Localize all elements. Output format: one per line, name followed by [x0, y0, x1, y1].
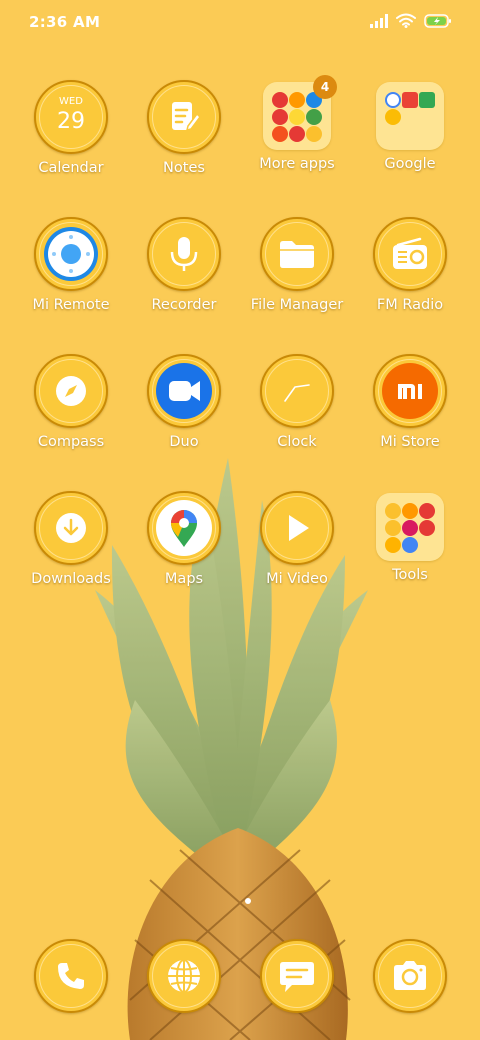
mini-app-icon: [272, 92, 288, 108]
app-duo[interactable]: Duo: [128, 354, 240, 450]
mini-app-icon: [402, 503, 418, 519]
app-label: Mi Remote: [32, 297, 110, 313]
mini-app-icon: [419, 92, 435, 108]
status-time: 2:36 AM: [29, 13, 101, 31]
notification-badge: 4: [313, 75, 337, 99]
app-label: Maps: [164, 571, 204, 587]
signal-icon: [370, 13, 388, 32]
download-icon: [34, 491, 108, 565]
folder-icon: 4: [263, 75, 337, 150]
mini-app-icon: [402, 92, 418, 108]
app-recorder[interactable]: Recorder: [128, 217, 240, 313]
wifi-icon: [396, 13, 416, 32]
phone-icon: [34, 939, 108, 1013]
maps-pin-icon: [147, 491, 221, 565]
camera-icon: [373, 939, 447, 1013]
app-label: Google: [384, 156, 436, 172]
microphone-icon: [147, 217, 221, 291]
app-label: Notes: [163, 160, 205, 176]
mini-app-icon: [385, 92, 401, 108]
app-label: Mi Store: [380, 434, 440, 450]
app-notes[interactable]: Notes: [128, 80, 240, 176]
app-downloads[interactable]: Downloads: [15, 491, 127, 587]
app-label: Recorder: [151, 297, 217, 313]
status-icons: [370, 13, 452, 31]
mini-app-icon: [419, 503, 435, 519]
folder-google[interactable]: Google: [354, 80, 466, 172]
mini-app-icon: [272, 109, 288, 125]
app-fm-radio[interactable]: FM Radio: [354, 217, 466, 313]
app-label: FM Radio: [376, 297, 444, 313]
compass-icon: [34, 354, 108, 428]
clock-icon: [260, 354, 334, 428]
app-label: Mi Video: [266, 571, 328, 587]
mini-app-icon: [306, 109, 322, 125]
mini-app-icon: [289, 109, 305, 125]
app-file-manager[interactable]: File Manager: [241, 217, 353, 313]
app-mi-store[interactable]: Mi Store: [354, 354, 466, 450]
duo-video-icon: [147, 354, 221, 428]
notes-icon: [147, 80, 221, 154]
app-label: Tools: [392, 567, 428, 583]
calendar-day: WED: [59, 96, 83, 107]
mini-app-icon: [385, 503, 401, 519]
app-label: File Manager: [250, 297, 344, 313]
mini-app-icon: [289, 92, 305, 108]
app-label: Clock: [277, 434, 317, 450]
calendar-icon: WED 29: [34, 80, 108, 154]
app-compass[interactable]: Compass: [15, 354, 127, 450]
mini-app-icon: [385, 537, 401, 553]
folder-tools[interactable]: Tools: [354, 491, 466, 583]
app-mi-remote[interactable]: Mi Remote: [15, 217, 127, 313]
app-label: Calendar: [38, 160, 104, 176]
mini-app-icon: [402, 537, 418, 553]
dock-camera[interactable]: [354, 939, 466, 1013]
app-label: Downloads: [31, 571, 111, 587]
mini-app-icon: [289, 126, 305, 142]
folder-file-icon: [260, 217, 334, 291]
mini-app-icon: [272, 126, 288, 142]
play-icon: [260, 491, 334, 565]
browser-globe-icon: [147, 939, 221, 1013]
folder-more-apps[interactable]: 4 More apps: [241, 75, 353, 172]
app-label: Duo: [169, 434, 199, 450]
status-bar: 2:36 AM: [0, 0, 480, 44]
mini-app-icon: [402, 520, 418, 536]
mini-app-icon: [306, 126, 322, 142]
dock-browser[interactable]: [128, 939, 240, 1013]
messages-icon: [260, 939, 334, 1013]
app-label: Compass: [37, 434, 105, 450]
app-maps[interactable]: Maps: [128, 491, 240, 587]
dock-phone[interactable]: [15, 939, 127, 1013]
page-indicator-dot: [245, 898, 251, 904]
calendar-date: 29: [57, 109, 85, 134]
app-mi-video[interactable]: Mi Video: [241, 491, 353, 587]
folder-icon: [376, 82, 444, 150]
app-clock[interactable]: Clock: [241, 354, 353, 450]
app-label: More apps: [259, 156, 335, 172]
radio-icon: [373, 217, 447, 291]
mini-app-icon: [419, 520, 435, 536]
mini-app-icon: [385, 520, 401, 536]
remote-icon: [34, 217, 108, 291]
dock-messages[interactable]: [241, 939, 353, 1013]
mi-logo-icon: [373, 354, 447, 428]
mini-app-icon: [385, 109, 401, 125]
battery-charging-icon: [424, 13, 452, 32]
app-calendar[interactable]: WED 29 Calendar: [15, 80, 127, 176]
folder-icon: [376, 493, 444, 561]
